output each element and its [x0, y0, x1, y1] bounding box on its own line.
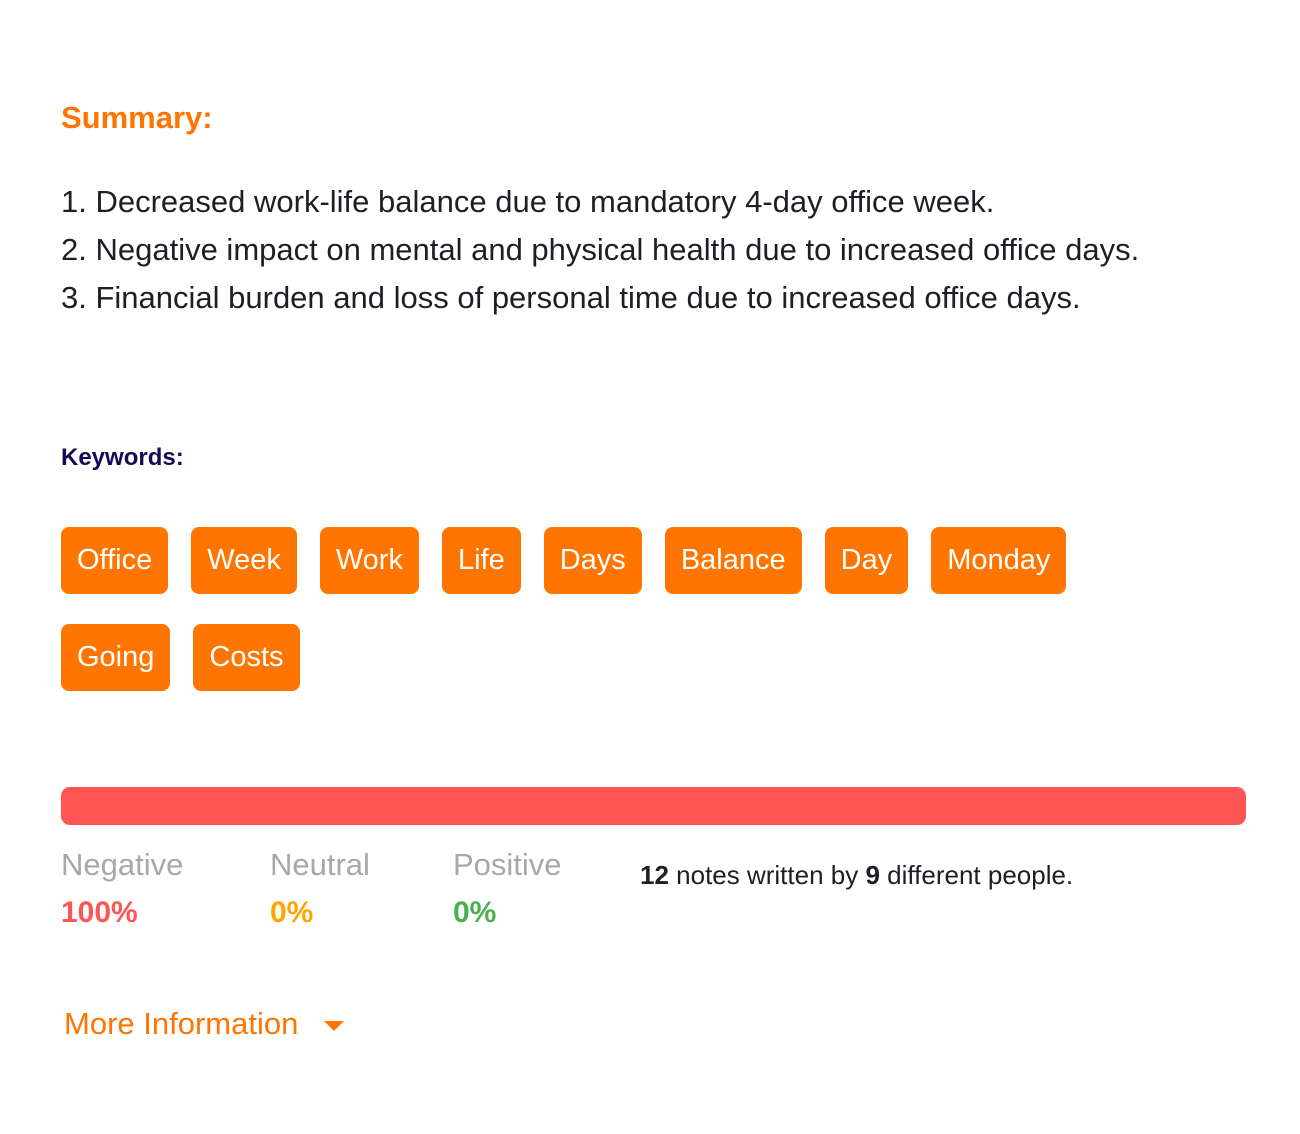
- keywords-title: Keywords:: [61, 444, 184, 471]
- stat-neutral-value: 0%: [270, 896, 314, 929]
- sentiment-stats: Negative 100% Neutral 0% Positive 0%: [61, 845, 633, 933]
- summary-item: 2. Negative impact on mental and physica…: [61, 232, 1140, 267]
- stat-negative: Negative 100%: [61, 845, 270, 933]
- stat-negative-label: Negative: [61, 847, 184, 882]
- summary-title: Summary:: [61, 100, 213, 135]
- summary-item: 1. Decreased work-life balance due to ma…: [61, 184, 995, 219]
- keyword-tag[interactable]: Balance: [664, 527, 802, 594]
- stat-positive-label: Positive: [453, 847, 562, 882]
- sentiment-bar: [61, 787, 1246, 825]
- keyword-tag[interactable]: Office: [61, 527, 169, 594]
- stat-negative-value: 100%: [61, 896, 138, 929]
- stat-neutral: Neutral 0%: [270, 845, 453, 933]
- keyword-tag[interactable]: Monday: [931, 527, 1067, 594]
- sentiment-bar-negative: [61, 787, 1246, 825]
- notes-suffix-text: different people.: [879, 860, 1074, 890]
- more-information-toggle[interactable]: More Information: [64, 1006, 345, 1042]
- keyword-tag[interactable]: Days: [543, 527, 642, 594]
- caret-down-icon: [324, 1021, 345, 1031]
- keyword-tags: Office Week Work Life Days Balance Day M…: [61, 527, 1161, 691]
- keyword-tag[interactable]: Work: [319, 527, 419, 594]
- stat-positive: Positive 0%: [453, 845, 633, 933]
- notes-summary: 12 notes written by 9 different people.: [640, 860, 1073, 891]
- keyword-tag[interactable]: Week: [191, 527, 297, 594]
- summary-list: 1. Decreased work-life balance due to ma…: [61, 178, 1271, 322]
- keyword-tag[interactable]: Costs: [193, 624, 300, 691]
- stat-positive-value: 0%: [453, 896, 497, 929]
- people-count: 9: [865, 860, 880, 890]
- summary-item: 3. Financial burden and loss of personal…: [61, 280, 1081, 315]
- keyword-tag[interactable]: Day: [824, 527, 909, 594]
- notes-count: 12: [640, 860, 669, 890]
- keyword-tag[interactable]: Going: [61, 624, 171, 691]
- notes-middle-text: notes written by: [668, 860, 866, 890]
- keyword-tag[interactable]: Life: [441, 527, 521, 594]
- more-information-label: More Information: [64, 1006, 299, 1041]
- stat-neutral-label: Neutral: [270, 847, 370, 882]
